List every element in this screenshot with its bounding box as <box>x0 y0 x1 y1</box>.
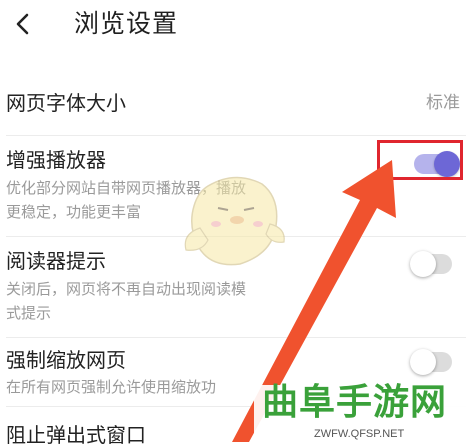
setting-value: 标准 <box>426 93 460 113</box>
setting-description: 式提示 <box>6 304 52 322</box>
force-zoom-toggle[interactable] <box>410 349 452 375</box>
chevron-left-icon <box>16 13 29 35</box>
reader-hint-toggle[interactable] <box>410 251 452 277</box>
setting-description: 关闭后，网页将不再自动出现阅读模 <box>6 280 247 298</box>
mascot-image <box>184 176 285 266</box>
setting-title: 网页字体大小 <box>6 91 126 115</box>
toggle-knob <box>410 349 436 375</box>
top-bar: 浏览设置 <box>0 0 466 58</box>
highlight-box <box>377 140 463 180</box>
setting-title: 增强播放器 <box>6 148 106 172</box>
setting-title: 阅读器提示 <box>6 249 106 273</box>
setting-title: 强制缩放网页 <box>6 348 126 372</box>
toggle-knob <box>410 251 436 277</box>
watermark-logo-text: 曲阜手游网 <box>262 381 448 423</box>
watermark-url: ZWFW.QFSP.NET <box>314 428 405 440</box>
back-button[interactable] <box>10 10 38 38</box>
page-title: 浏览设置 <box>74 9 179 38</box>
setting-title: 阻止弹出式窗口 <box>6 423 146 447</box>
setting-row-font-size[interactable]: 网页字体大小 标准 <box>0 80 466 135</box>
